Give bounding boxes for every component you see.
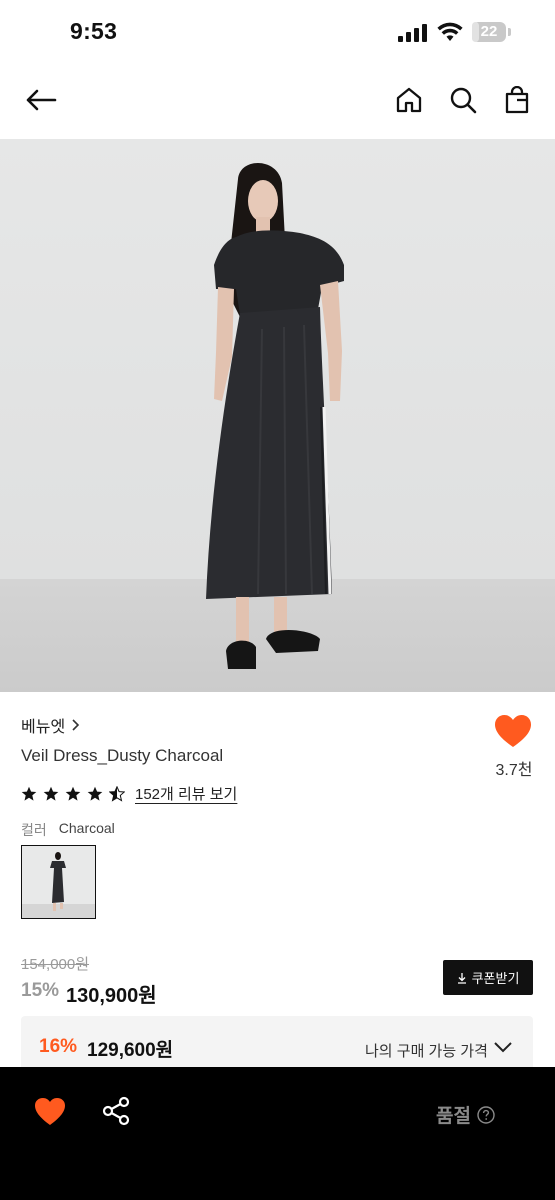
search-icon [450, 87, 477, 114]
my-price-label: 나의 구매 가능 가격 [365, 1043, 488, 1060]
status-time: 9:53 [70, 18, 118, 44]
my-discount-rate: 16% [39, 1036, 78, 1057]
soldout-status: 품절 [436, 1101, 495, 1128]
chevron-right-icon [72, 719, 80, 731]
product-name: Veil Dress_Dusty Charcoal [21, 746, 224, 765]
help-icon[interactable] [477, 1105, 495, 1124]
brand-name: 베뉴엣 [21, 719, 66, 736]
my-price: 129,600원 [87, 1040, 174, 1061]
color-value: Charcoal [58, 820, 115, 836]
wifi-icon [437, 22, 463, 41]
arrow-left-icon [26, 89, 57, 111]
battery-percent: 22 [480, 23, 498, 40]
original-price: 154,000원 [21, 956, 90, 973]
search-button[interactable] [443, 80, 483, 120]
sale-price: 130,900원 [66, 985, 157, 1007]
coupon-button-label: 쿠폰받기 [471, 971, 520, 986]
star-icon [21, 786, 37, 801]
coupon-button[interactable]: 쿠폰받기 [443, 960, 533, 995]
star-icon [43, 786, 59, 801]
half-star-icon [109, 785, 125, 802]
home-icon [396, 87, 422, 113]
star-icon [87, 786, 103, 801]
cellular-signal-icon [398, 24, 427, 42]
home-button[interactable] [389, 80, 429, 120]
soldout-label: 품절 [436, 1106, 471, 1127]
star-icon [65, 786, 81, 801]
discount-rate: 15% [21, 980, 60, 1001]
rating-row: 152개 리뷰 보기 [21, 783, 237, 804]
color-label: 컬러 [21, 822, 47, 838]
model-photo [0, 139, 555, 692]
review-link[interactable]: 152개 리뷰 보기 [135, 783, 237, 804]
chevron-down-icon [494, 1042, 512, 1053]
share-icon[interactable] [101, 1096, 131, 1126]
heart-icon[interactable] [494, 714, 532, 750]
wish-count: 3.7천 [495, 762, 533, 779]
thumbnail-photo [22, 846, 95, 918]
shopping-bag-icon [505, 86, 529, 114]
bottom-action-bar: 품절 [0, 1067, 555, 1200]
color-row: 컬러 Charcoal [21, 820, 115, 840]
battery-indicator: 22 [472, 22, 512, 44]
battery-cap [508, 28, 511, 36]
shopping-bag-button[interactable] [497, 80, 537, 120]
product-image[interactable] [0, 139, 555, 692]
download-icon [457, 972, 466, 984]
heart-icon[interactable] [34, 1097, 66, 1127]
brand-link[interactable]: 베뉴엣 [21, 713, 80, 737]
back-button[interactable] [21, 80, 61, 120]
color-option-thumbnail[interactable] [21, 845, 96, 919]
